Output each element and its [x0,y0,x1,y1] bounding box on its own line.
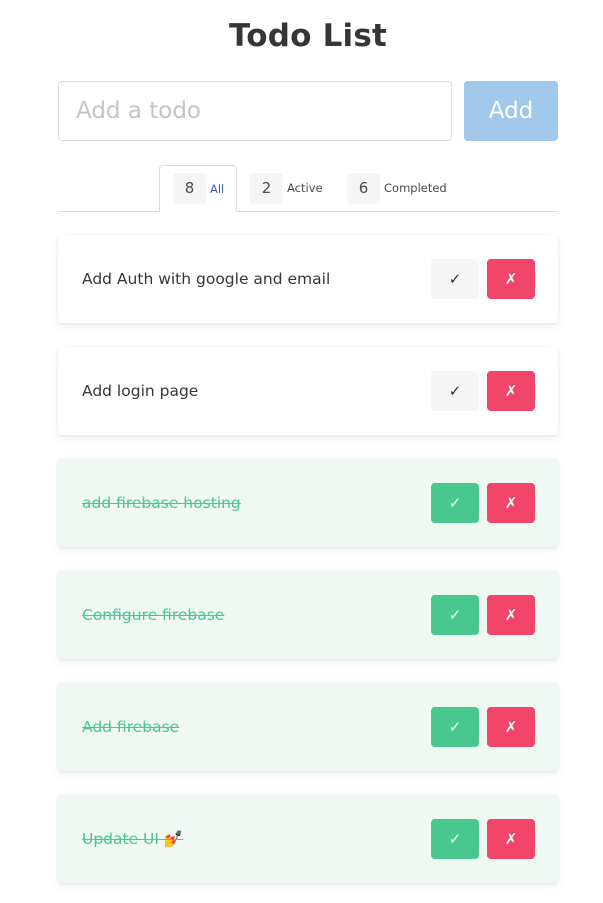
todo-item-completed: Update UI 💅 ✓ ✗ [58,795,558,883]
todo-item: Add login page ✓ ✗ [58,347,558,435]
tab-active-label: Active [287,181,323,195]
tab-all[interactable]: 8 All [159,165,237,212]
tab-completed[interactable]: 6 Completed [346,165,456,211]
tab-completed-count: 6 [347,172,380,204]
delete-button[interactable]: ✗ [487,595,535,635]
delete-button[interactable]: ✗ [487,707,535,747]
todo-text: Add firebase [82,718,180,736]
tab-all-label: All [210,181,225,196]
todo-app: Todo List Add 8 All 2 Active 6 Completed… [0,0,603,903]
delete-button[interactable]: ✗ [487,483,535,523]
page-title: Todo List [228,18,388,54]
add-button[interactable]: Add [464,81,558,141]
todo-text: add firebase hosting [82,494,241,512]
complete-button[interactable]: ✓ [431,371,479,411]
filter-tabs: 8 All 2 Active 6 Completed [58,165,558,212]
add-todo-form: Add [58,81,558,141]
complete-button[interactable]: ✓ [431,259,479,299]
delete-button[interactable]: ✗ [487,371,535,411]
todo-item-completed: Add firebase ✓ ✗ [58,683,558,771]
tab-active-count: 2 [250,172,283,204]
tab-completed-label: Completed [384,181,447,195]
complete-button[interactable]: ✓ [431,819,479,859]
todo-text: Add login page [82,382,199,400]
todo-item-completed: Configure firebase ✓ ✗ [58,571,558,659]
todo-item: Add Auth with google and email ✓ ✗ [58,235,558,323]
delete-button[interactable]: ✗ [487,819,535,859]
tab-active[interactable]: 2 Active [249,165,334,211]
tab-all-count: 8 [173,173,206,204]
complete-button[interactable]: ✓ [431,707,479,747]
complete-button[interactable]: ✓ [431,483,479,523]
delete-button[interactable]: ✗ [487,259,535,299]
todo-input[interactable] [58,81,452,141]
todo-text: Update UI 💅 [82,830,184,848]
todo-text: Configure firebase [82,606,225,624]
complete-button[interactable]: ✓ [431,595,479,635]
todo-item-completed: add firebase hosting ✓ ✗ [58,459,558,547]
todo-text: Add Auth with google and email [82,270,331,288]
